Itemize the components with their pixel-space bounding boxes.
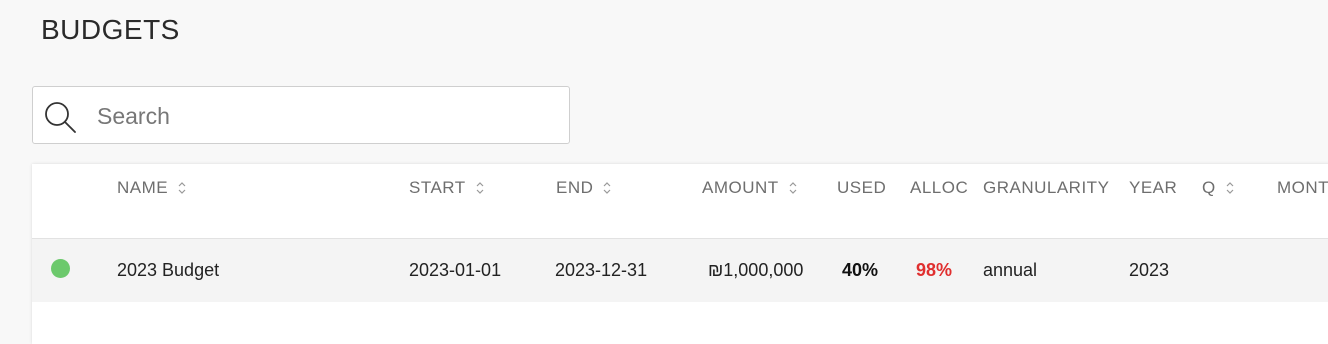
page-title: BUDGETS xyxy=(41,14,180,45)
cell-name[interactable]: 2023 Budget xyxy=(117,260,219,281)
cell-alloc: 98% xyxy=(916,260,953,280)
search-box[interactable] xyxy=(32,86,570,144)
cell-start: 2023-01-01 xyxy=(409,260,502,280)
column-header-used: USED xyxy=(837,178,887,197)
column-header-q[interactable]: Q xyxy=(1202,178,1234,198)
column-header-granularity: GRANULARITY xyxy=(983,178,1110,197)
sort-icon[interactable] xyxy=(178,181,186,195)
cell-amount: ₪1,000,000 xyxy=(708,260,804,280)
column-header-start[interactable]: START xyxy=(409,178,484,198)
sort-icon[interactable] xyxy=(789,181,797,195)
cell-year: 2023 xyxy=(1129,260,1170,280)
column-header-name[interactable]: NAME xyxy=(117,178,186,198)
column-header-alloc: ALLOC xyxy=(910,178,969,197)
column-header-amount[interactable]: AMOUNT xyxy=(702,178,797,198)
column-header-month: MONT xyxy=(1277,178,1328,197)
search-icon xyxy=(45,102,76,133)
search-input[interactable] xyxy=(95,97,559,135)
cell-granularity: annual xyxy=(983,260,1038,280)
sort-icon[interactable] xyxy=(476,181,484,195)
status-indicator xyxy=(51,259,70,278)
column-header-end[interactable]: END xyxy=(556,178,611,198)
column-header-year: YEAR xyxy=(1129,178,1178,197)
cell-end: 2023-12-31 xyxy=(555,260,648,280)
budgets-table: NAME START END AMOUNT USED ALLOC GRANULA… xyxy=(32,164,1328,344)
sort-icon[interactable] xyxy=(603,181,611,195)
sort-icon[interactable] xyxy=(1226,181,1234,195)
cell-used: 40% xyxy=(842,260,879,280)
